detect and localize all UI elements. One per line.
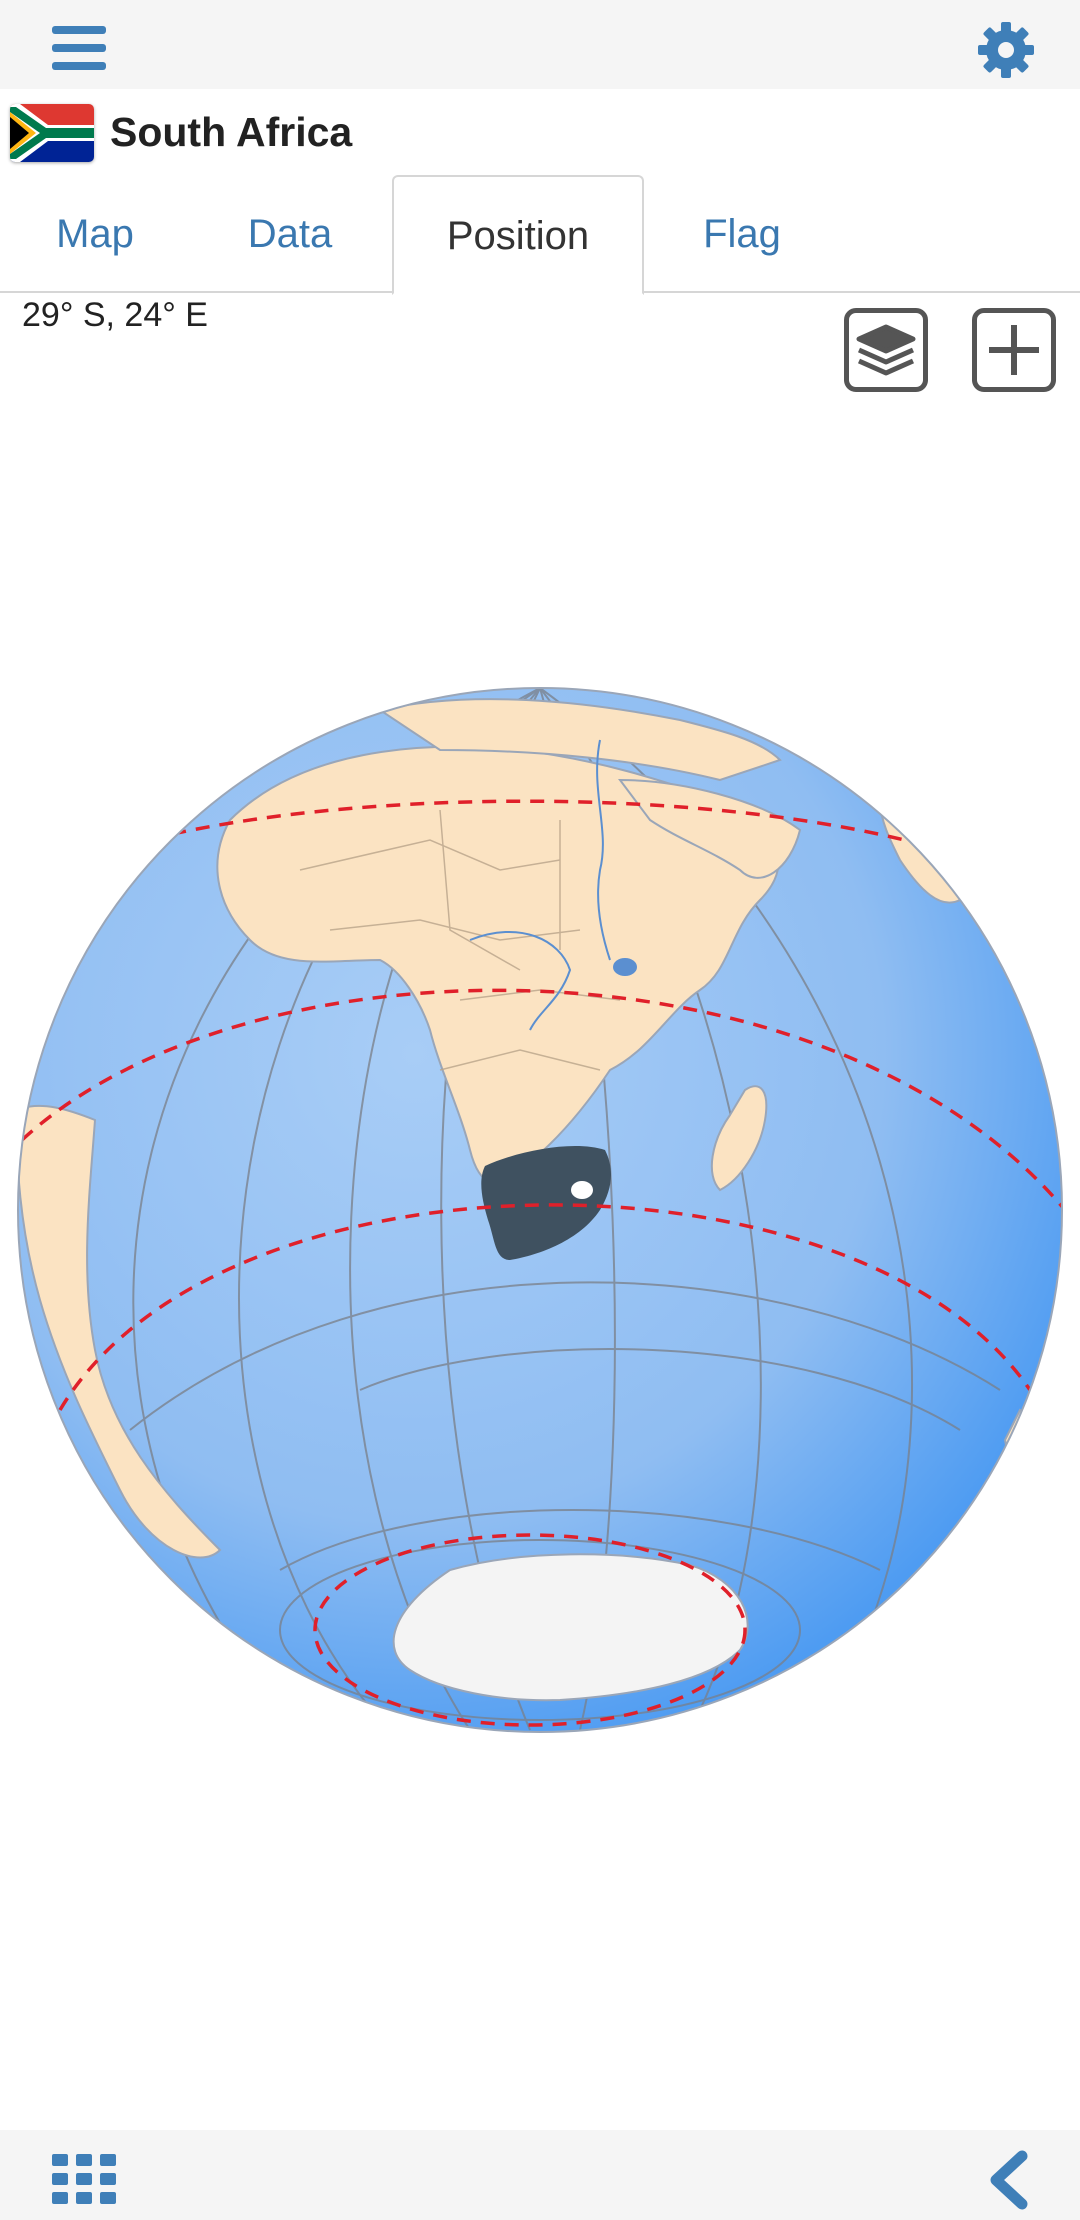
country-header: South Africa [0, 89, 1080, 175]
gear-icon[interactable] [974, 18, 1038, 82]
coordinates-readout: 29° S, 24° E [22, 296, 208, 334]
tab-map[interactable]: Map [20, 175, 170, 293]
tab-bar: Map Data Position Flag [0, 175, 1080, 295]
top-bar [0, 0, 1080, 89]
layers-button[interactable] [844, 308, 928, 392]
plus-icon [989, 325, 1039, 375]
tab-position[interactable]: Position [392, 175, 644, 295]
tab-flag[interactable]: Flag [667, 175, 817, 293]
lesotho [571, 1181, 593, 1199]
country-title: South Africa [110, 109, 353, 155]
australia-land [1003, 1408, 1062, 1512]
chevron-left-icon[interactable] [982, 2150, 1032, 2210]
bottom-bar [0, 2130, 1080, 2220]
layers-icon [856, 324, 916, 376]
globe-view[interactable] [0, 670, 1080, 1750]
south-africa-flag-icon [10, 104, 94, 162]
hamburger-menu-icon[interactable] [48, 22, 112, 74]
zoom-in-button[interactable] [972, 308, 1056, 392]
app-grid-icon[interactable] [52, 2154, 116, 2204]
tab-data[interactable]: Data [215, 175, 365, 293]
globe-map[interactable] [0, 670, 1080, 1750]
lake-victoria [613, 958, 637, 976]
